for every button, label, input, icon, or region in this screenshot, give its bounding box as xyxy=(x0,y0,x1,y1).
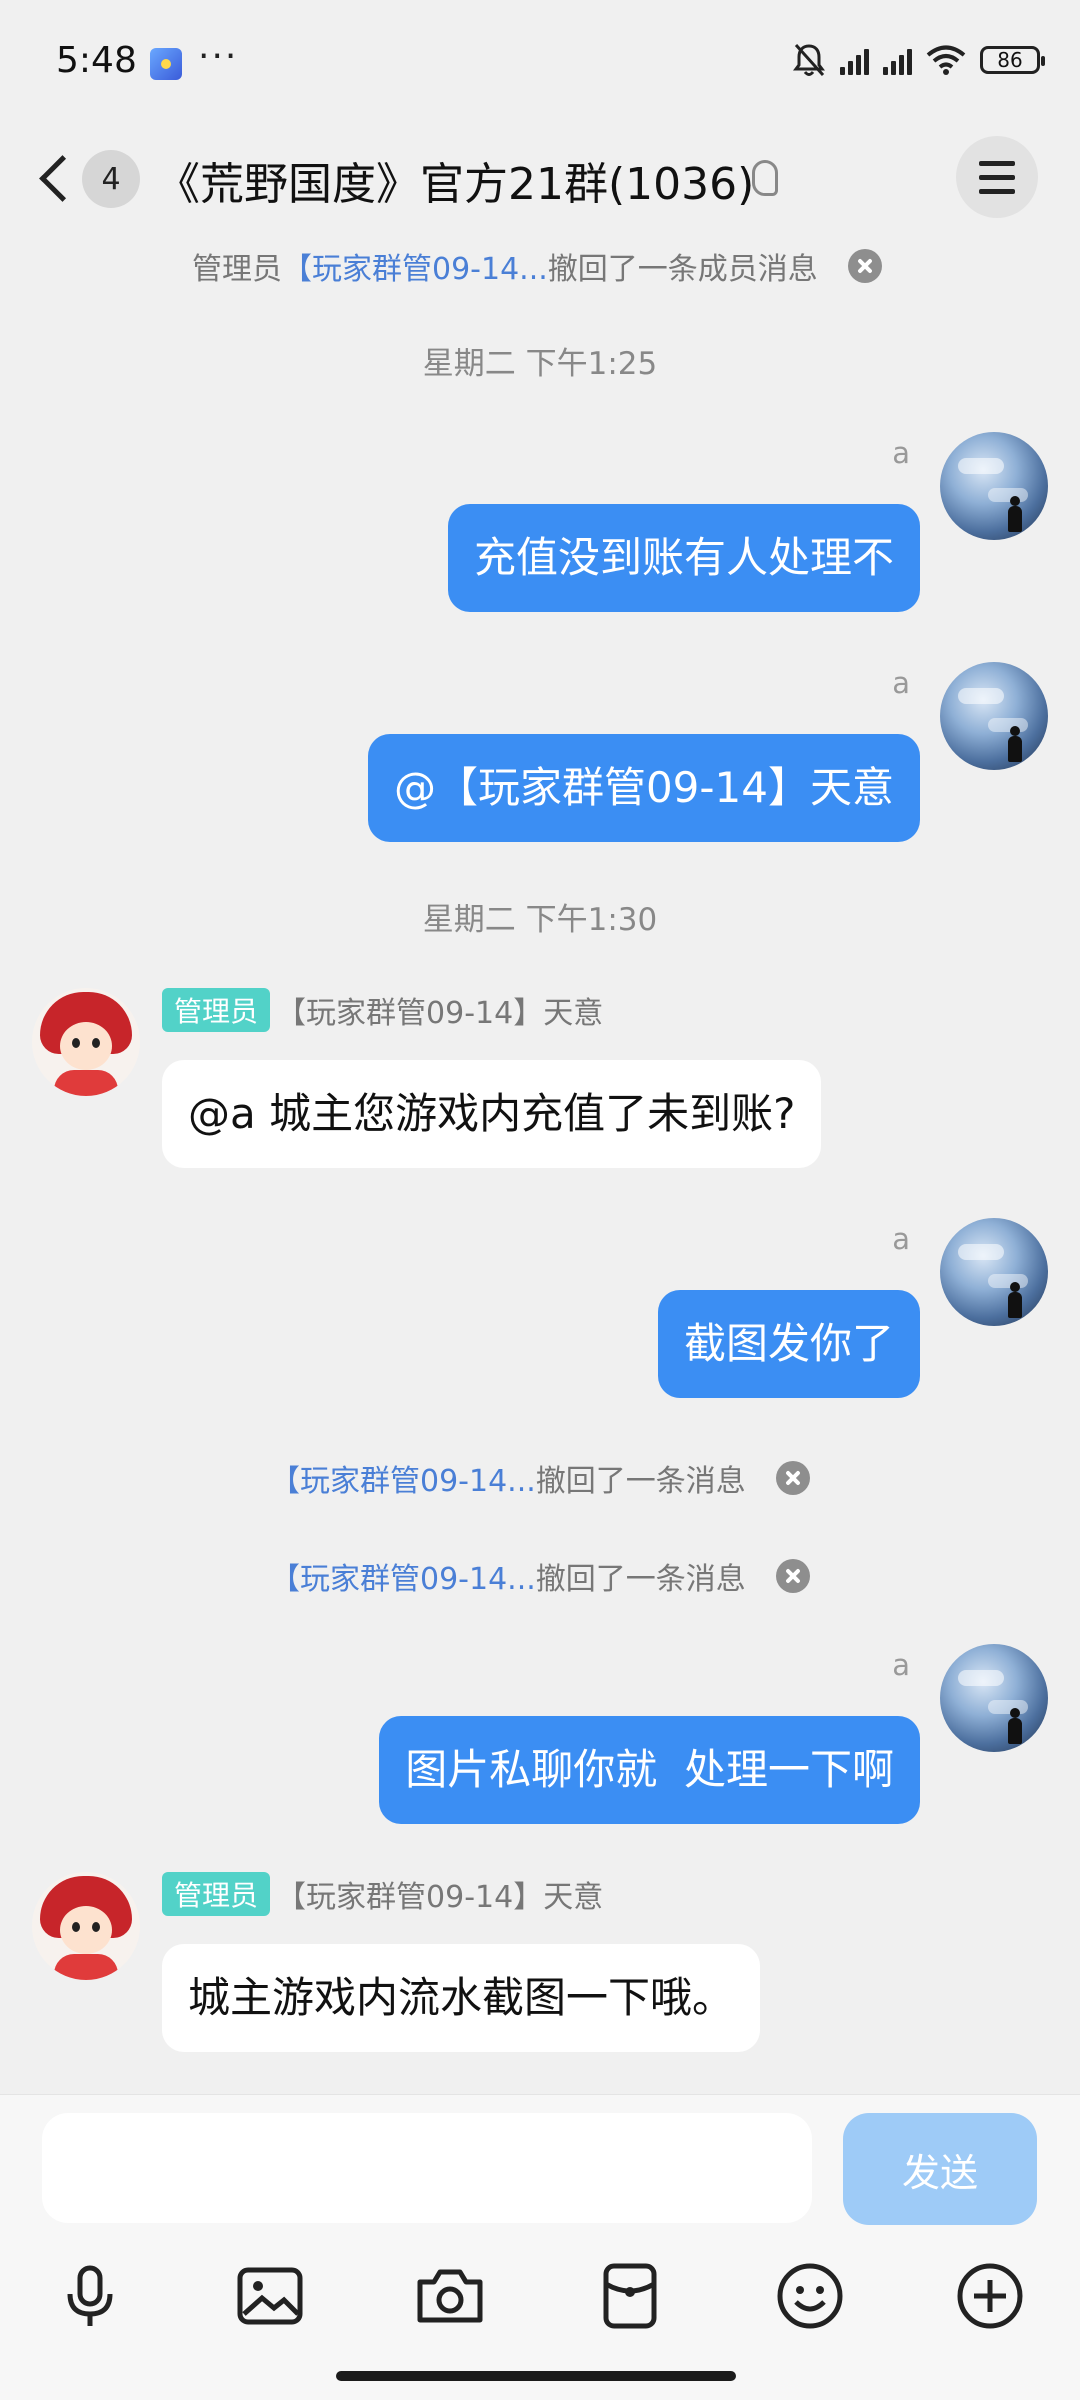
avatar[interactable] xyxy=(32,988,140,1096)
unread-count-badge[interactable]: 4 xyxy=(82,150,140,208)
avatar[interactable] xyxy=(940,1644,1048,1752)
timestamp: 星期二 下午1:25 xyxy=(422,346,658,382)
status-bar: 5:48 ··· 86 xyxy=(0,0,1080,130)
admin-badge: 管理员 xyxy=(162,988,271,1032)
signal-icon-2 xyxy=(883,45,912,75)
close-icon[interactable] xyxy=(775,1461,810,1495)
sender-row: 管理员 【玩家群管09-14】天意 xyxy=(162,988,603,1032)
sender-row: 管理员 【玩家群管09-14】天意 xyxy=(162,1872,603,1916)
message-input[interactable] xyxy=(42,2113,812,2223)
status-time: 5:48 xyxy=(56,40,137,81)
notice-user-link[interactable]: 【玩家群管09-14... xyxy=(282,244,548,288)
message-bubble[interactable]: 图片私聊你就 处理一下啊 xyxy=(379,1716,920,1824)
message-bubble[interactable]: 充值没到账有人处理不 xyxy=(447,504,920,612)
sender-name: a xyxy=(892,1648,910,1682)
close-icon[interactable] xyxy=(775,1559,810,1593)
wifi-icon xyxy=(926,45,966,75)
avatar[interactable] xyxy=(32,1872,140,1980)
home-indicator[interactable] xyxy=(336,2371,736,2381)
notice-text: 撤回了一条消息 xyxy=(535,1464,746,1499)
battery-icon: 86 xyxy=(980,46,1045,74)
group-title[interactable]: 《荒野国度》官方21群(1036) xyxy=(156,148,754,212)
weather-app-icon xyxy=(150,48,182,80)
menu-button[interactable] xyxy=(956,136,1038,218)
camera-icon[interactable] xyxy=(412,2258,488,2334)
signal-icon-1 xyxy=(840,45,869,75)
more-notifications-icon: ··· xyxy=(198,36,239,77)
recall-notice: 管理员 【玩家群管09-14... 撤回了一条成员消息 xyxy=(192,244,882,288)
notice-text: 撤回了一条消息 xyxy=(535,1562,746,1597)
message-bubble[interactable]: @【玩家群管09-14】天意 xyxy=(367,734,920,842)
status-icons: 86 xyxy=(792,42,1045,78)
notice-user-link[interactable]: 【玩家群管09-14... xyxy=(270,1456,536,1500)
recall-notice: 【玩家群管09-14... 撤回了一条消息 xyxy=(270,1554,810,1598)
input-toolbar xyxy=(0,2230,1080,2370)
bell-muted-icon xyxy=(793,43,825,77)
notice-text: 撤回了一条成员消息 xyxy=(547,252,818,287)
avatar[interactable] xyxy=(940,432,1048,540)
admin-badge: 管理员 xyxy=(162,1872,271,1916)
message-bubble[interactable]: 截图发你了 xyxy=(657,1290,920,1398)
sender-name[interactable]: 【玩家群管09-14】天意 xyxy=(276,1872,603,1916)
sender-name[interactable]: 【玩家群管09-14】天意 xyxy=(276,988,603,1032)
sender-name: a xyxy=(892,1222,910,1256)
message-bubble[interactable]: 城主游戏内流水截图一下哦。 xyxy=(162,1944,761,2052)
plus-icon[interactable] xyxy=(952,2258,1028,2334)
close-icon[interactable] xyxy=(847,249,882,283)
avatar[interactable] xyxy=(940,1218,1048,1326)
notice-prefix: 管理员 xyxy=(192,252,282,287)
sender-name: a xyxy=(892,436,910,470)
image-icon[interactable] xyxy=(232,2258,308,2334)
sender-name: a xyxy=(892,666,910,700)
timestamp: 星期二 下午1:30 xyxy=(422,902,658,938)
ear-icon[interactable] xyxy=(752,160,778,196)
emoji-icon[interactable] xyxy=(772,2258,848,2334)
avatar[interactable] xyxy=(940,662,1048,770)
back-arrow-icon[interactable] xyxy=(36,150,76,210)
send-button[interactable]: 发送 xyxy=(843,2113,1037,2225)
microphone-icon[interactable] xyxy=(52,2258,128,2334)
red-packet-icon[interactable] xyxy=(592,2258,668,2334)
input-bar: 发送 xyxy=(0,2094,1080,2231)
message-bubble[interactable]: @a 城主您游戏内充值了未到账? xyxy=(162,1060,822,1168)
chat-header: 4 《荒野国度》官方21群(1036) xyxy=(0,130,1080,226)
notice-user-link[interactable]: 【玩家群管09-14... xyxy=(270,1554,536,1598)
recall-notice: 【玩家群管09-14... 撤回了一条消息 xyxy=(270,1456,810,1500)
